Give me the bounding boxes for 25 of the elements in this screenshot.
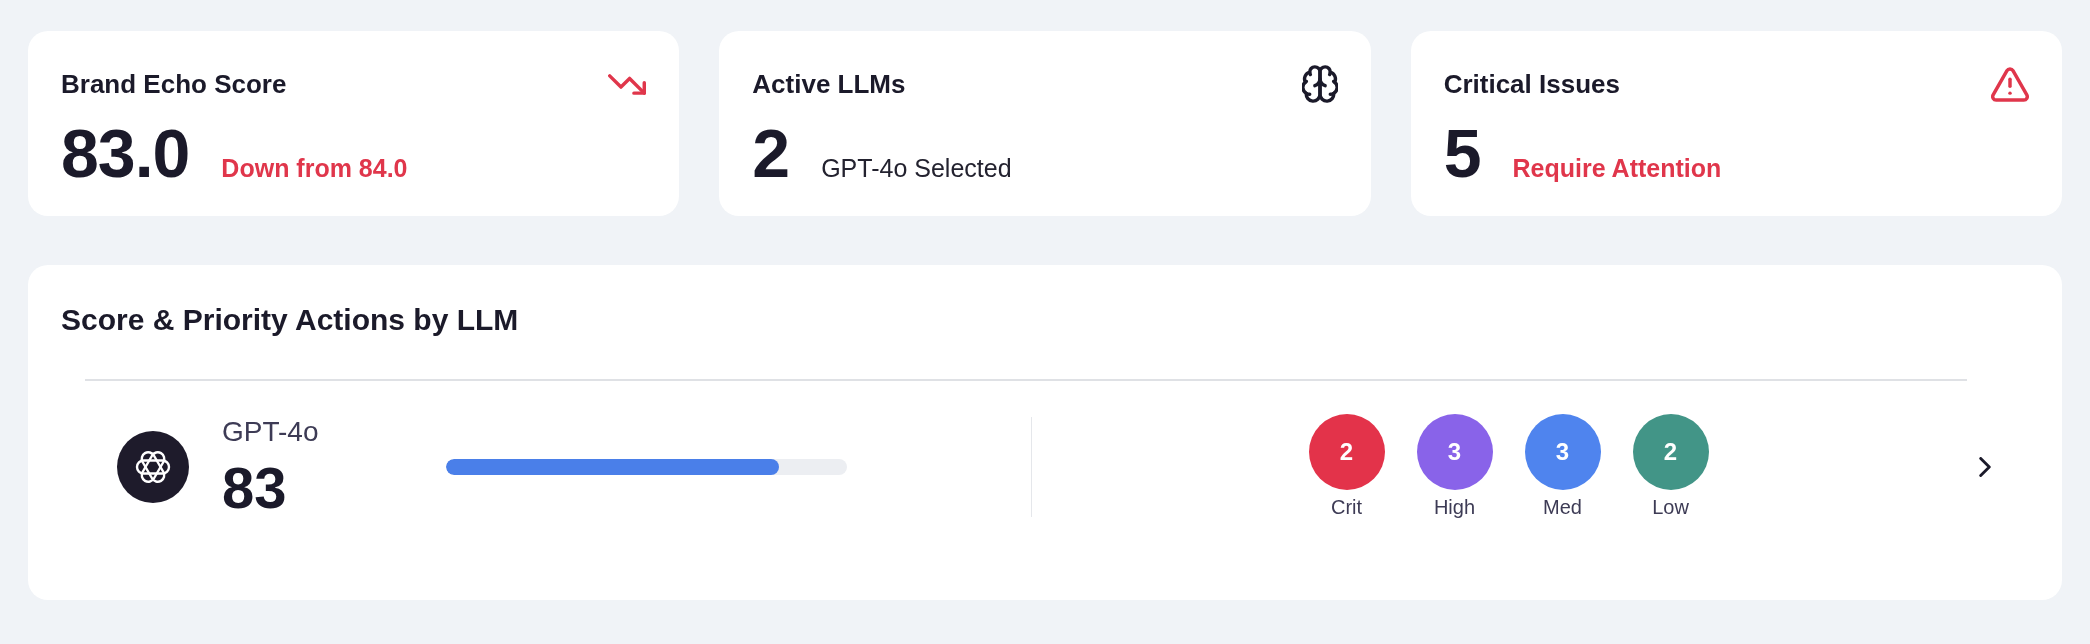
card-note: GPT-4o Selected	[821, 153, 1012, 183]
priority-count-badge: 3	[1416, 414, 1493, 490]
model-logo-icon	[117, 430, 189, 503]
priority-label: High	[1433, 495, 1476, 519]
trend-down-icon	[608, 73, 647, 95]
card-title: Critical Issues	[1443, 68, 1620, 100]
model-score: 83	[222, 457, 288, 518]
priority-count-badge: 2	[1308, 414, 1385, 490]
priority-label: Med	[1543, 495, 1582, 519]
card-value: 83.0	[61, 121, 190, 186]
card-note: Down from 84.0	[221, 153, 408, 183]
card-note: Require Attention	[1512, 153, 1722, 183]
priority-label: Low	[1652, 495, 1689, 519]
priority-count-badge: 3	[1524, 414, 1601, 490]
priority-count-badge: 2	[1632, 414, 1709, 490]
card-value: 2	[752, 121, 790, 186]
panel-title: Score & Priority Actions by LLM	[61, 302, 520, 338]
warning-icon	[1991, 66, 2029, 102]
priority-label: Crit	[1330, 495, 1363, 519]
card-title: Active LLMs	[752, 68, 906, 100]
chevron-right-icon[interactable]	[1979, 456, 1991, 477]
model-name: GPT-4o	[222, 415, 320, 448]
brain-icon	[1301, 65, 1338, 103]
card-value: 5	[1443, 121, 1481, 186]
card-title: Brand Echo Score	[61, 68, 287, 100]
